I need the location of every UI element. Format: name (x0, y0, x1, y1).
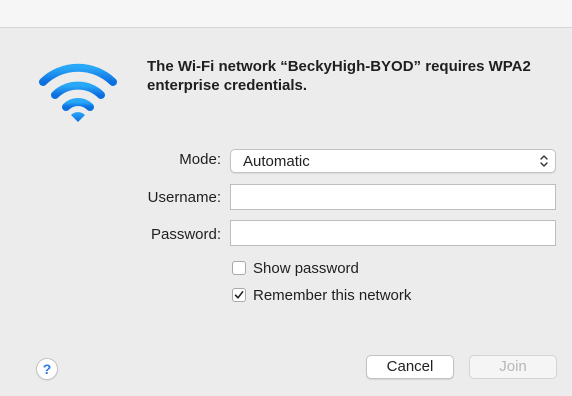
help-button[interactable]: ? (36, 358, 58, 380)
mode-select-value: Automatic (243, 153, 310, 170)
cancel-button[interactable]: Cancel (366, 355, 454, 379)
show-password-checkbox[interactable] (232, 261, 246, 275)
mode-label: Mode: (179, 151, 221, 168)
remember-network-label: Remember this network (253, 286, 412, 304)
dialog-message: The Wi-Fi network “BeckyHigh-BYOD” requi… (147, 58, 531, 94)
username-label: Username: (147, 189, 221, 206)
remember-network-checkbox[interactable] (232, 288, 246, 302)
dialog-title-bar (0, 0, 572, 28)
join-button[interactable]: Join (469, 355, 557, 379)
show-password-option[interactable]: Show password (232, 259, 359, 277)
remember-network-option[interactable]: Remember this network (232, 286, 411, 304)
mode-select[interactable]: Automatic (230, 149, 556, 173)
password-label: Password: (150, 226, 221, 243)
wifi-icon (36, 58, 120, 124)
checkmark-icon (234, 291, 244, 299)
wifi-credentials-dialog: The Wi-Fi network “BeckyHigh-BYOD” requi… (0, 0, 572, 396)
up-down-chevron-icon (539, 153, 549, 169)
show-password-label: Show password (253, 259, 359, 277)
username-field[interactable] (230, 184, 556, 210)
password-field[interactable] (230, 220, 556, 246)
